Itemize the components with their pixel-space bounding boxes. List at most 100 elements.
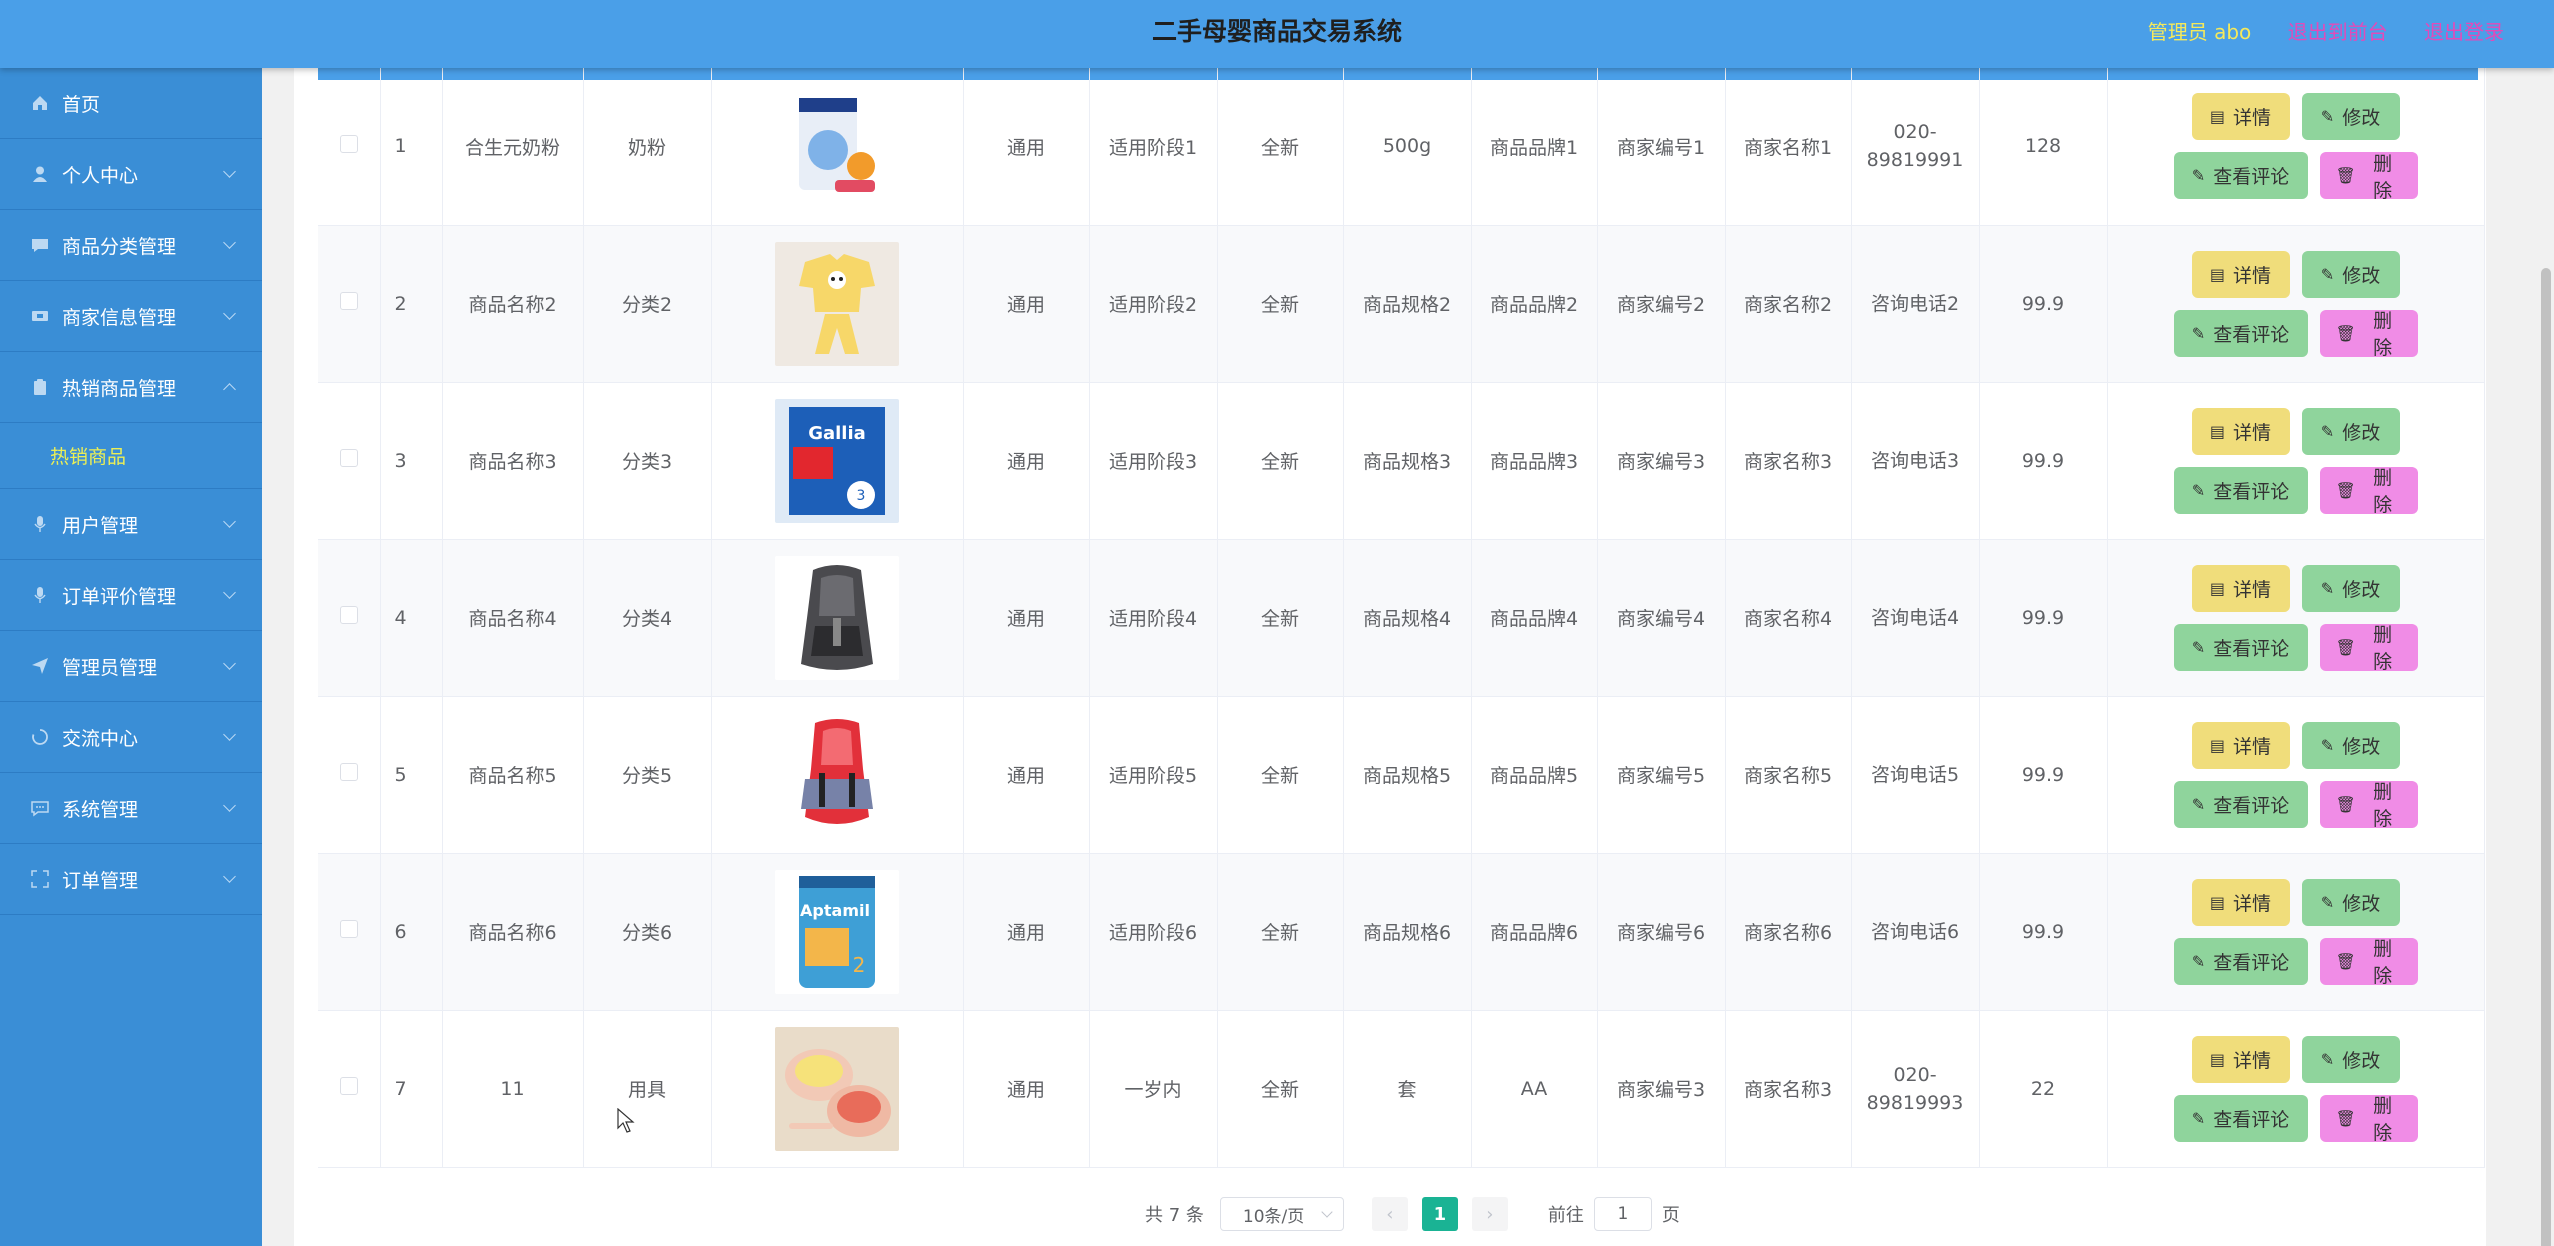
page-scrollbar[interactable] [2538,68,2554,1246]
page-size-select[interactable]: 10条/页 [1219,1197,1344,1231]
chevron-down-icon [223,515,236,528]
fullscreen-icon [30,869,50,889]
sidebar-item-home[interactable]: 首页 [0,68,262,139]
next-page-button[interactable]: › [1471,1197,1508,1231]
sidebar-item-user-management[interactable]: 用户管理 [0,489,262,560]
delete-button[interactable]: 🗑 删除 [2319,152,2418,202]
contact-phone: 咨询电话6 [1851,853,1980,1011]
edit-icon: ✎ [2320,107,2335,127]
sidebar-item-communication-center[interactable]: 交流中心 [0,702,262,773]
ticket-icon [30,306,50,326]
sidebar-item-admin-management[interactable]: 管理员管理 [0,631,262,702]
back-to-front-link[interactable]: 退出到前台 [2288,20,2388,44]
row-checkbox[interactable] [339,920,358,938]
row-index: 4 [380,539,443,697]
mouse-cursor-icon [617,1108,635,1133]
product-image-gallia-milk-box: Gallia 3 [775,398,899,523]
logout-link[interactable]: 退出登录 [2424,20,2504,44]
detail-button[interactable]: ▤ 详情 [2191,564,2290,612]
delete-button[interactable]: 🗑 删除 [2319,623,2418,673]
sidebar-item-system-management[interactable]: 系统管理 [0,773,262,844]
microphone-icon [30,585,50,605]
view-comments-button[interactable]: ✎ 查看评论 [2173,1094,2308,1142]
row-index: 5 [380,696,443,854]
edit-button[interactable]: ✎ 修改 [2301,564,2400,612]
product-brand: 商品品牌6 [1471,853,1598,1011]
view-comments-button[interactable]: ✎ 查看评论 [2173,623,2308,671]
row-actions: ▤ 详情 ✎ 修改 ✎ 查看评论 🗑 删除 [2107,225,2485,383]
product-spec: 商品规格4 [1343,539,1472,697]
sidebar-item-category-management[interactable]: 商品分类管理 [0,210,262,281]
edit-button[interactable]: ✎ 修改 [2301,250,2400,298]
edit-button[interactable]: ✎ 修改 [2301,93,2400,141]
document-icon: ▤ [2209,1049,2226,1069]
edit-button[interactable]: ✎ 修改 [2301,878,2400,926]
edit-icon: ✎ [2191,637,2206,657]
product-name: 11 [442,1010,584,1168]
view-comments-button[interactable]: ✎ 查看评论 [2173,152,2308,200]
delete-button[interactable]: 🗑 删除 [2319,466,2418,516]
delete-button[interactable]: 🗑 删除 [2319,780,2418,830]
product-image-baby-tableware [775,1026,899,1151]
chevron-up-icon [223,383,236,396]
detail-button[interactable]: ▤ 详情 [2191,250,2290,298]
product-brand: AA [1471,1010,1598,1168]
sidebar-subitem-hot-products[interactable]: 热销商品 [0,423,262,489]
product-condition: 全新 [1217,696,1344,854]
sidebar-item-personal-center[interactable]: 个人中心 [0,139,262,210]
row-checkbox[interactable] [339,606,358,624]
prev-page-button[interactable]: ‹ [1371,1197,1408,1231]
table-row: 5 商品名称5 分类5 通用 适用阶段5 全新 商品规格5 商品品牌5 商家编号… [318,696,2485,854]
row-checkbox[interactable] [339,134,358,153]
merchant-number: 商家编号5 [1597,696,1726,854]
detail-button[interactable]: ▤ 详情 [2191,878,2290,926]
delete-button[interactable]: 🗑 删除 [2319,1094,2418,1144]
product-condition: 全新 [1217,68,1344,226]
edit-button[interactable]: ✎ 修改 [2301,1035,2400,1083]
detail-button[interactable]: ▤ 详情 [2191,407,2290,455]
merchant-number: 商家编号2 [1597,225,1726,383]
edit-button[interactable]: ✎ 修改 [2301,721,2400,769]
detail-button[interactable]: ▤ 详情 [2191,93,2290,141]
product-name: 商品名称6 [442,853,584,1011]
goto-page-input[interactable] [1593,1197,1652,1231]
product-price: 128 [1979,68,2108,226]
contact-phone: 咨询电话4 [1851,539,1980,697]
table-row: 7 11 用具 通用 一岁内 全新 套 AA 商家编号3 商家名称3 020-8… [318,1010,2485,1168]
page-unit-label: 页 [1661,1205,1680,1226]
page-number-current[interactable]: 1 [1421,1197,1458,1231]
product-image-cell [711,68,964,226]
view-comments-button[interactable]: ✎ 查看评论 [2173,937,2308,985]
pagination-total: 共 7 条 [1145,1205,1204,1226]
row-checkbox[interactable] [339,292,358,310]
row-checkbox[interactable] [339,763,358,781]
user-icon [30,164,50,184]
product-image-milk-powder-can [775,84,899,209]
goto-label: 前往 [1547,1205,1584,1226]
detail-button[interactable]: ▤ 详情 [2191,1035,2290,1083]
delete-button[interactable]: 🗑 删除 [2319,937,2418,987]
view-comments-button[interactable]: ✎ 查看评论 [2173,466,2308,514]
sidebar-item-label: 管理员管理 [62,656,158,679]
view-comments-button[interactable]: ✎ 查看评论 [2173,780,2308,828]
sidebar-item-order-management[interactable]: 订单管理 [0,844,262,915]
edit-icon: ✎ [2320,578,2335,598]
row-checkbox-cell [318,1010,381,1168]
sidebar-item-merchant-management[interactable]: 商家信息管理 [0,281,262,352]
merchant-name: 商家名称6 [1725,853,1852,1011]
view-comments-button[interactable]: ✎ 查看评论 [2173,309,2308,357]
table-row: 6 商品名称6 分类6 Aptamil 2 通用 适用阶段6 全新 商品规格6 商… [318,853,2485,1011]
row-checkbox[interactable] [339,1077,358,1095]
scrollbar-thumb[interactable] [2541,268,2551,1246]
product-image-aptamil-can: Aptamil 2 [775,869,899,994]
svg-text:Aptamil: Aptamil [800,901,870,920]
sidebar-item-hot-product-management[interactable]: 热销商品管理 [0,352,262,423]
product-spec: 商品规格2 [1343,225,1472,383]
product-image-baby-clothes [775,241,899,366]
row-checkbox[interactable] [339,449,358,467]
sidebar-item-order-review-management[interactable]: 订单评价管理 [0,560,262,631]
document-icon: ▤ [2209,892,2226,912]
delete-button[interactable]: 🗑 删除 [2319,309,2418,359]
edit-button[interactable]: ✎ 修改 [2301,407,2400,455]
detail-button[interactable]: ▤ 详情 [2191,721,2290,769]
